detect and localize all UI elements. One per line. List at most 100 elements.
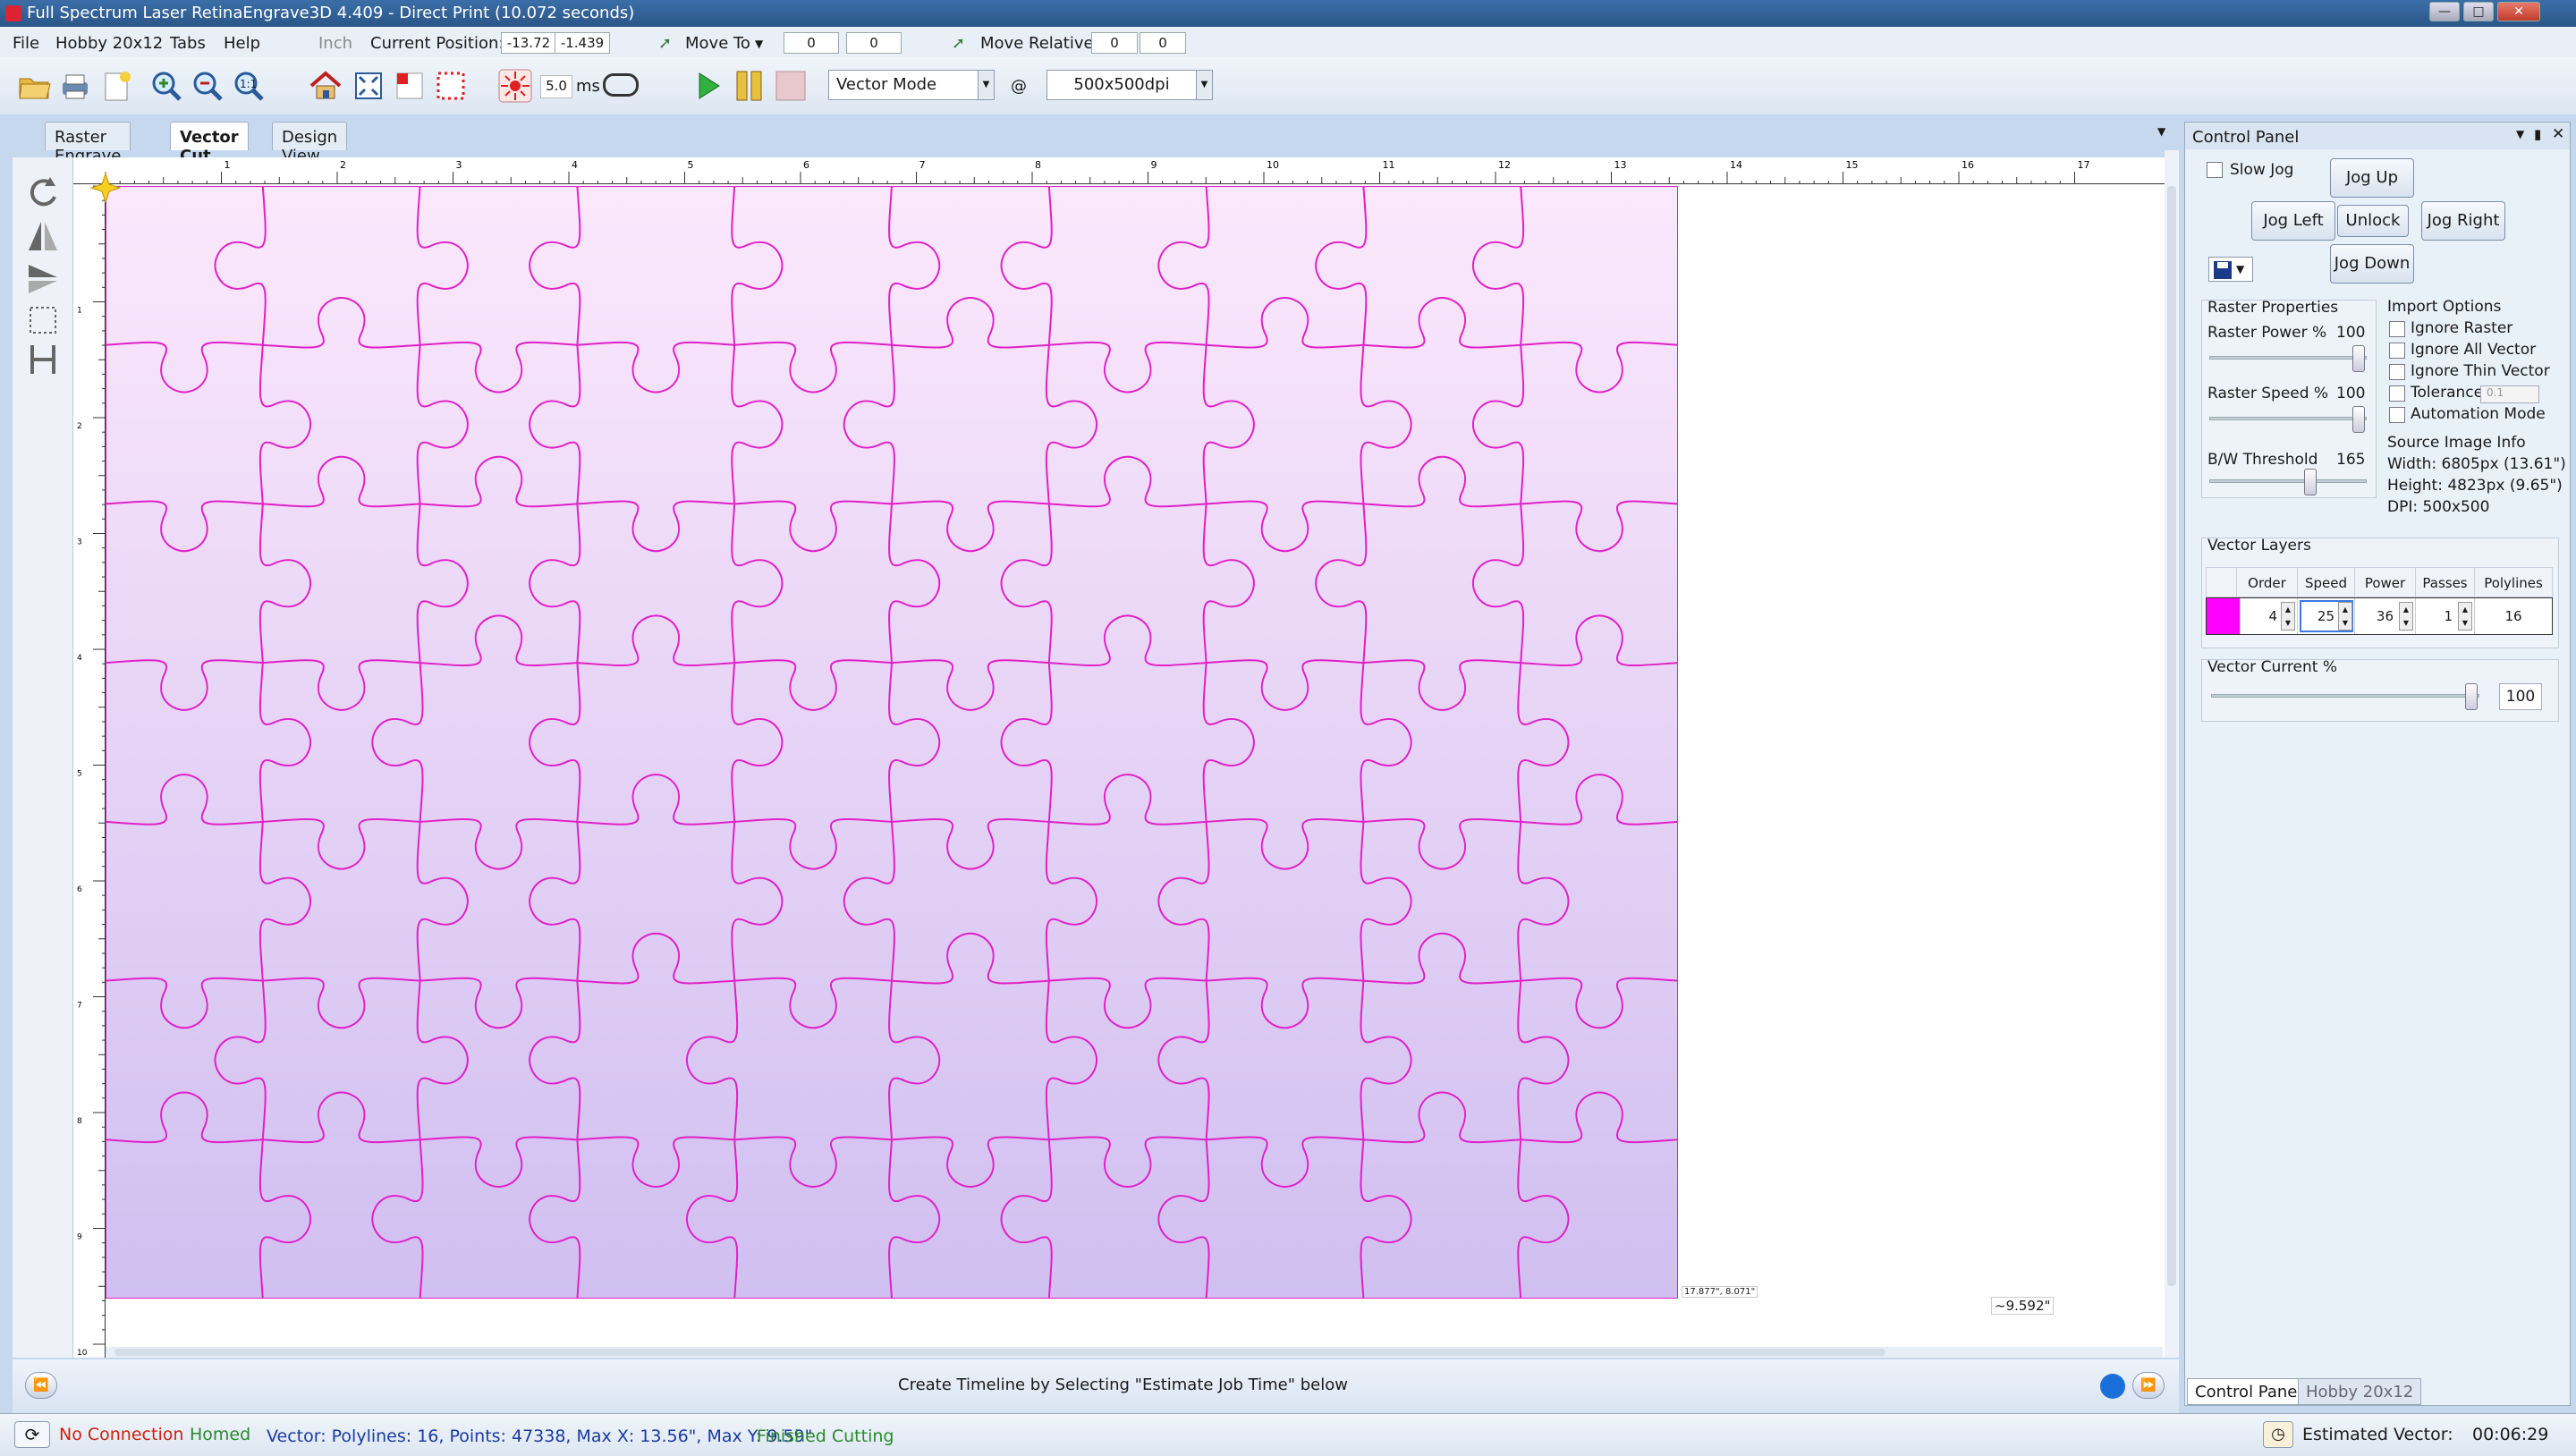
pin-icon[interactable]: ▮ bbox=[2534, 126, 2541, 142]
unlock-button[interactable]: Unlock bbox=[2337, 205, 2409, 237]
layer-power-cell[interactable]: 36 ▲ ▼ bbox=[2355, 598, 2416, 634]
frame-dotted-icon[interactable] bbox=[433, 68, 469, 104]
move-to-button[interactable]: Move To bbox=[685, 34, 750, 53]
timeline-position-marker[interactable] bbox=[2100, 1374, 2125, 1399]
layer-speed-cell[interactable]: 25 ▲ ▼ bbox=[2298, 598, 2355, 634]
vector-current-thumb[interactable] bbox=[2465, 683, 2478, 710]
vector-current-value[interactable]: 100 bbox=[2499, 683, 2542, 710]
tab-vector-cut[interactable]: Vector Cut bbox=[170, 122, 249, 165]
tolerance-checkbox[interactable] bbox=[2389, 385, 2405, 402]
menu-file[interactable]: File bbox=[13, 34, 39, 53]
menu-hobby[interactable]: Hobby 20x12 bbox=[55, 34, 163, 53]
home-icon[interactable] bbox=[308, 68, 343, 104]
close-button[interactable]: ✕ bbox=[2497, 2, 2540, 21]
laser-origin-icon[interactable] bbox=[89, 172, 122, 204]
raster-power-thumb[interactable] bbox=[2352, 345, 2365, 372]
position-y-field[interactable]: -1.439 bbox=[555, 32, 610, 54]
ignore-all-vector-checkbox[interactable] bbox=[2389, 343, 2405, 359]
horizontal-scroll-thumb[interactable] bbox=[114, 1349, 1885, 1356]
ignore-thin-vector-checkbox[interactable] bbox=[2389, 364, 2405, 380]
print-icon[interactable] bbox=[57, 68, 93, 104]
mode-select[interactable]: Vector Mode ▼ bbox=[828, 70, 995, 100]
rotate-icon[interactable] bbox=[25, 175, 61, 216]
move-relative-icon: ➚ bbox=[952, 34, 966, 53]
automation-mode-checkbox[interactable] bbox=[2389, 407, 2405, 423]
pulse-time-field[interactable]: 5.0 bbox=[540, 75, 572, 98]
raster-speed-thumb[interactable] bbox=[2352, 406, 2365, 433]
panel-close-icon[interactable]: ✕ bbox=[2552, 125, 2564, 143]
passes-spinner-icon[interactable]: ▲ ▼ bbox=[2458, 602, 2472, 631]
toggle-icon[interactable] bbox=[603, 73, 639, 97]
reconnect-icon[interactable]: ⟳ bbox=[14, 1421, 50, 1448]
move-to-dropdown-icon[interactable]: ▼ bbox=[755, 38, 763, 50]
bw-threshold-slider[interactable] bbox=[2209, 479, 2367, 483]
tab-raster-engrave[interactable]: Raster Engrave bbox=[45, 122, 131, 165]
position-x-field[interactable]: -13.72 bbox=[501, 32, 556, 54]
ignore-raster-checkbox[interactable] bbox=[2389, 321, 2405, 337]
slow-jog-checkbox[interactable] bbox=[2207, 162, 2223, 178]
vector-current-slider[interactable] bbox=[2211, 694, 2479, 698]
maximize-button[interactable]: □ bbox=[2463, 2, 2494, 21]
fit-to-window-icon[interactable] bbox=[351, 68, 386, 104]
zoom-in-icon[interactable] bbox=[148, 68, 184, 104]
order-spinner-icon[interactable]: ▲ ▼ bbox=[2281, 602, 2295, 631]
raster-speed-slider[interactable] bbox=[2209, 417, 2367, 420]
source-height: Height: 4823px (9.65") bbox=[2387, 477, 2563, 495]
new-document-icon[interactable] bbox=[98, 68, 134, 104]
stop-job-icon[interactable] bbox=[773, 68, 809, 104]
vertical-scrollbar[interactable] bbox=[2165, 150, 2179, 1358]
power-spinner-icon[interactable]: ▲ ▼ bbox=[2399, 602, 2413, 631]
red-corner-icon[interactable] bbox=[392, 68, 428, 104]
align-icon[interactable] bbox=[25, 342, 61, 382]
raster-speed-value[interactable]: 100 bbox=[2336, 385, 2365, 402]
select-all-cell[interactable] bbox=[2207, 568, 2237, 598]
zoom-out-icon[interactable] bbox=[190, 68, 225, 104]
bw-threshold-thumb[interactable] bbox=[2304, 469, 2317, 495]
v-ruler-label: 9 bbox=[77, 1233, 82, 1242]
raster-power-slider[interactable] bbox=[2209, 356, 2367, 360]
tab-design-view[interactable]: Design View bbox=[272, 122, 348, 165]
select-frame-icon[interactable] bbox=[25, 302, 61, 343]
tab-control-panel[interactable]: Control Panel bbox=[2187, 1378, 2310, 1405]
document-dropdown-icon[interactable]: ▼ bbox=[2157, 125, 2165, 138]
layer-order-cell[interactable]: 4 ▲ ▼ bbox=[2241, 598, 2298, 634]
fast-forward-icon[interactable]: ⏩ bbox=[2132, 1372, 2165, 1399]
move-relative-x-field[interactable]: 0 bbox=[1091, 32, 1138, 54]
dimension-label: ~9.592" bbox=[1991, 1297, 2055, 1315]
jog-down-button[interactable]: Jog Down bbox=[2330, 244, 2414, 284]
panel-dropdown-icon[interactable]: ▼ bbox=[2516, 128, 2524, 140]
mirror-horizontal-icon[interactable] bbox=[25, 218, 61, 258]
mode-chevron-down-icon[interactable]: ▼ bbox=[978, 71, 994, 99]
jog-right-button[interactable]: Jog Right bbox=[2421, 201, 2505, 241]
tolerance-field[interactable]: 0.1 bbox=[2480, 385, 2539, 403]
layer-color-swatch[interactable] bbox=[2207, 598, 2241, 634]
pause-job-icon[interactable] bbox=[732, 68, 767, 104]
horizontal-scrollbar[interactable] bbox=[106, 1347, 2163, 1358]
move-to-y-field[interactable]: 0 bbox=[846, 32, 902, 54]
laser-fire-icon[interactable] bbox=[497, 68, 533, 104]
vector-layer-row[interactable]: 4 ▲ ▼ 25 ▲ ▼ 36 ▲ ▼ 1 ▲ ▼ 16 bbox=[2206, 597, 2553, 635]
jog-up-button[interactable]: Jog Up bbox=[2330, 158, 2414, 198]
start-job-icon[interactable] bbox=[691, 68, 726, 104]
layer-passes-cell[interactable]: 1 ▲ ▼ bbox=[2416, 598, 2475, 634]
puzzle-vector-artwork[interactable] bbox=[106, 186, 1678, 1299]
menu-help[interactable]: Help bbox=[224, 34, 260, 53]
resolution-select[interactable]: 500x500dpi ▼ bbox=[1046, 70, 1213, 100]
vertical-scroll-thumb[interactable] bbox=[2167, 186, 2176, 1286]
jog-left-button[interactable]: Jog Left bbox=[2251, 201, 2335, 241]
speed-spinner-icon[interactable]: ▲ ▼ bbox=[2338, 602, 2352, 631]
rewind-icon[interactable]: ⏪ bbox=[25, 1372, 57, 1399]
tab-hobby[interactable]: Hobby 20x12 bbox=[2298, 1378, 2422, 1405]
raster-power-value[interactable]: 100 bbox=[2336, 324, 2365, 342]
zoom-actual-size-icon[interactable]: 1:1 bbox=[231, 68, 267, 104]
mirror-vertical-icon[interactable] bbox=[25, 261, 61, 301]
resolution-chevron-down-icon[interactable]: ▼ bbox=[1196, 71, 1212, 99]
menu-tabs[interactable]: Tabs bbox=[170, 34, 206, 53]
save-dropdown[interactable]: ▼ bbox=[2208, 257, 2253, 282]
bw-threshold-value[interactable]: 165 bbox=[2336, 451, 2365, 469]
move-relative-button[interactable]: Move Relative bbox=[980, 34, 1094, 53]
minimize-button[interactable]: — bbox=[2429, 2, 2460, 21]
move-to-x-field[interactable]: 0 bbox=[784, 32, 839, 54]
open-file-icon[interactable] bbox=[16, 68, 52, 104]
move-relative-y-field[interactable]: 0 bbox=[1140, 32, 1186, 54]
